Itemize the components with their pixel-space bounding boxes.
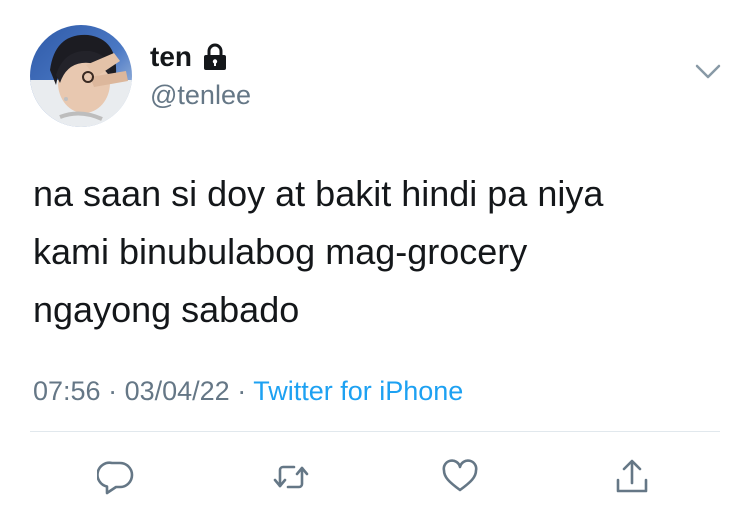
like-icon (442, 459, 478, 492)
meta-separator: · (100, 376, 125, 406)
reply-button[interactable] (91, 452, 141, 502)
lock-icon (204, 43, 226, 70)
tweet-card: ten @tenlee na saan si doy at bakit hind… (0, 0, 750, 521)
tweet-source-link[interactable]: Twitter for iPhone (253, 376, 463, 406)
tweet-date: 03/04/22 (124, 376, 230, 406)
meta-separator: · (229, 376, 254, 406)
retweet-button[interactable] (266, 452, 316, 502)
author-handle[interactable]: @tenlee (150, 78, 251, 112)
reply-icon (97, 461, 134, 495)
chevron-down-icon[interactable] (695, 64, 721, 80)
display-name[interactable]: ten (150, 40, 192, 74)
share-icon (616, 459, 648, 493)
tweet-text: na saan si doy at bakit hindi pa niya ka… (33, 173, 604, 330)
avatar-image (30, 25, 132, 127)
action-bar (0, 452, 750, 502)
tweet-time: 07:56 (33, 376, 101, 406)
like-button[interactable] (435, 452, 485, 502)
author-name-row[interactable]: ten (150, 40, 228, 74)
avatar[interactable] (30, 25, 132, 127)
retweet-icon (273, 465, 309, 489)
share-button[interactable] (607, 452, 657, 502)
tweet-meta: 07:56 · 03/04/22 · Twitter for iPhone (33, 374, 463, 408)
divider (30, 431, 720, 432)
